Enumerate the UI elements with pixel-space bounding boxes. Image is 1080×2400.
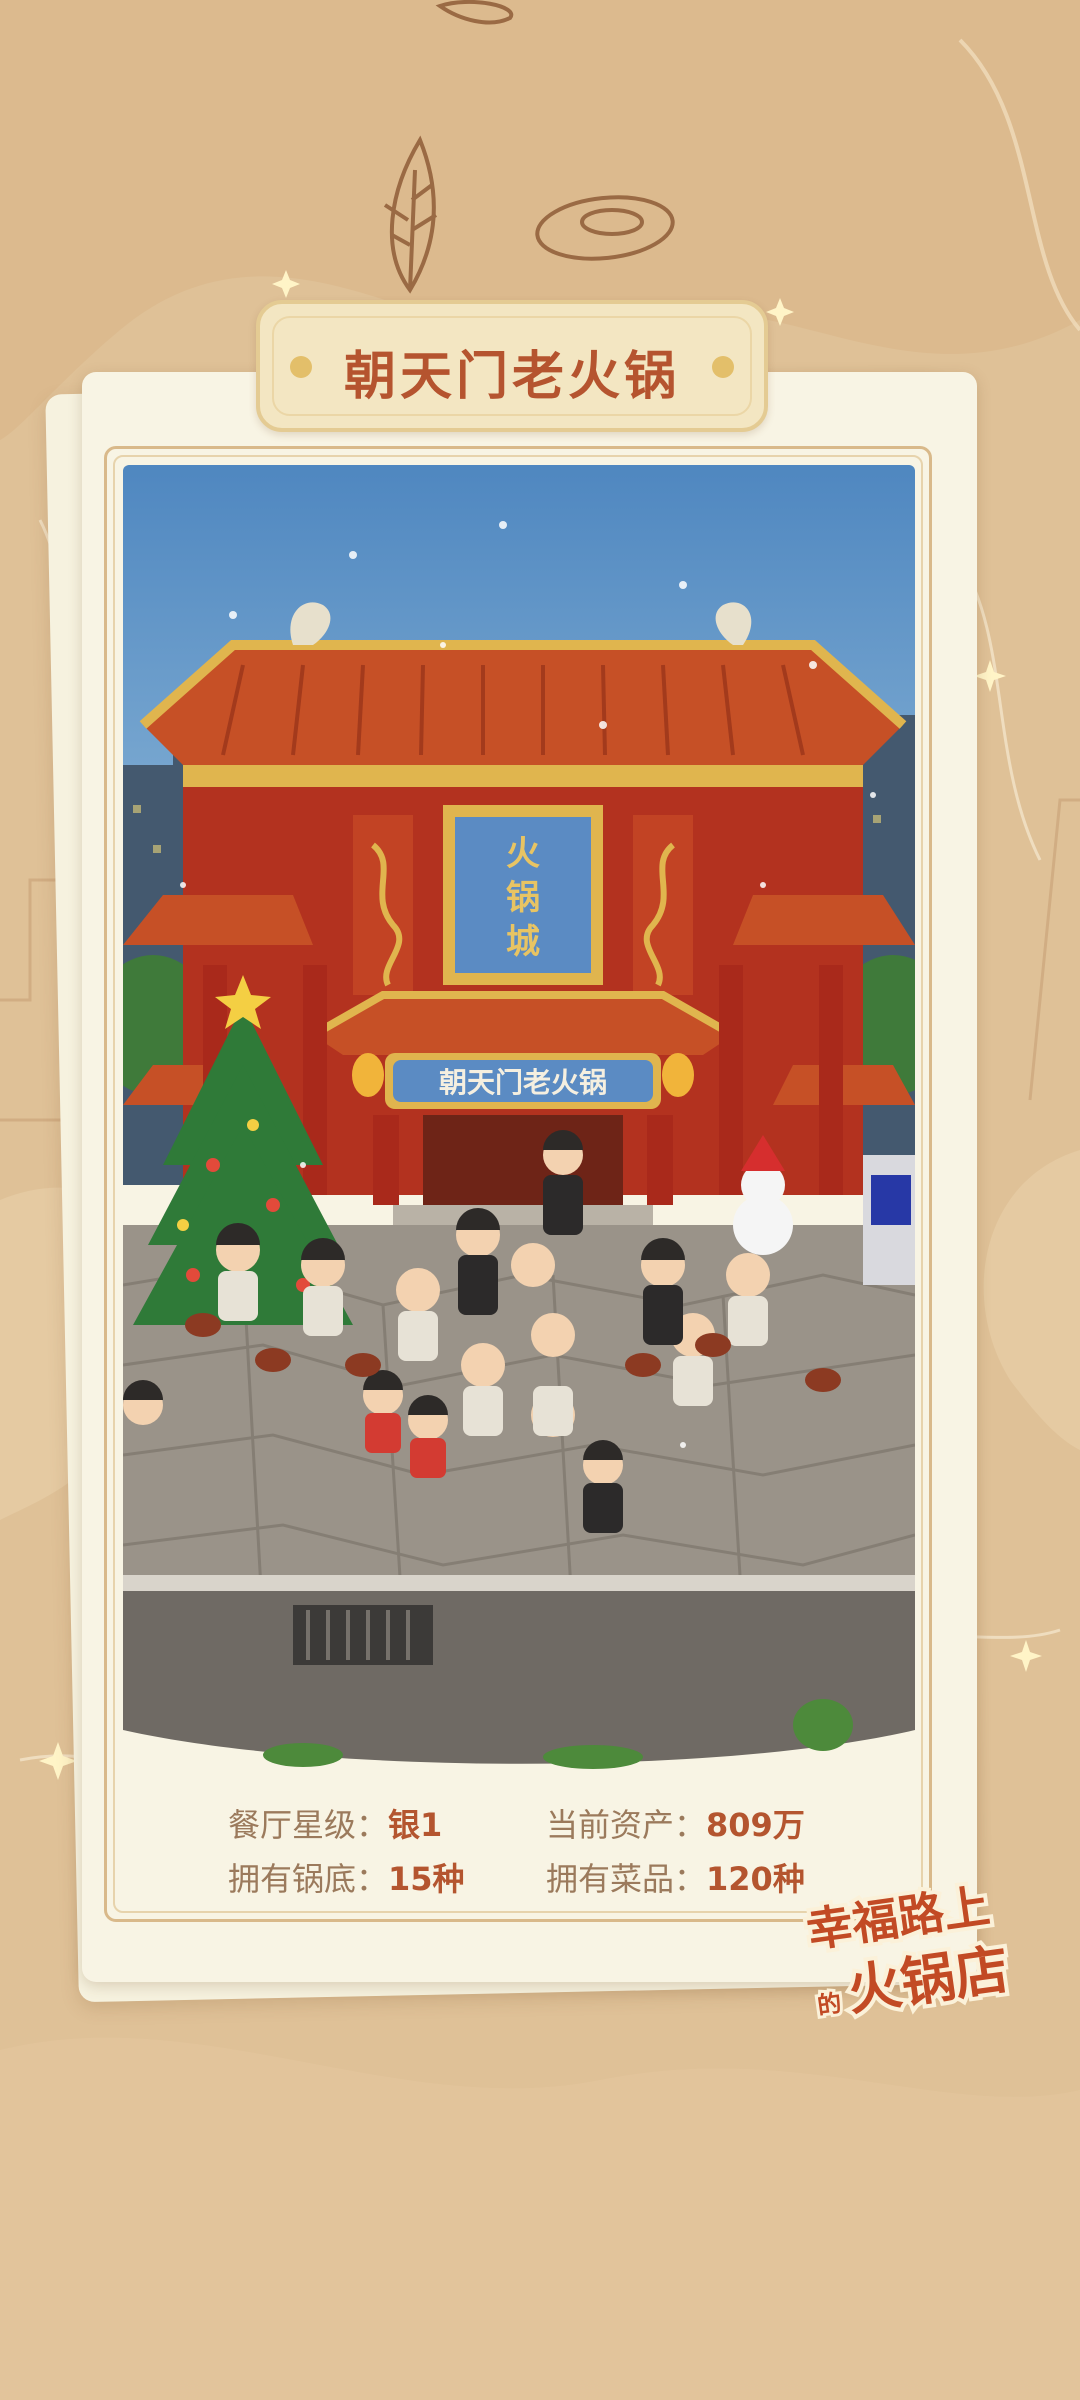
stat-star-rating: 餐厅星级：银1 bbox=[228, 1800, 442, 1850]
stat-soup-bases: 拥有锅底：15种 bbox=[228, 1854, 465, 1904]
gate-sign-char-1: 火 bbox=[506, 834, 540, 874]
restaurant-sign: 朝天门老火锅 bbox=[439, 1066, 607, 1099]
stat-label: 餐厅星级： bbox=[228, 1806, 389, 1844]
restaurant-scene: 火 锅 城 朝天门老火锅 bbox=[123, 465, 915, 1775]
stat-value: 809万 bbox=[706, 1806, 805, 1844]
logo-small: 的 bbox=[816, 1989, 844, 2020]
stat-dishes: 拥有菜品：120种 bbox=[546, 1854, 805, 1904]
stat-value: 15种 bbox=[388, 1860, 465, 1898]
stat-label: 拥有锅底： bbox=[228, 1860, 389, 1898]
stat-current-assets: 当前资产：809万 bbox=[546, 1800, 805, 1850]
gate-sign-char-3: 城 bbox=[506, 922, 540, 962]
stat-label: 拥有菜品： bbox=[546, 1860, 707, 1898]
restaurant-name-plaque: 朝天门老火锅 bbox=[256, 300, 768, 432]
restaurant-name: 朝天门老火锅 bbox=[343, 347, 680, 407]
game-logo: 幸福路上 的 火锅店 bbox=[799, 1875, 1016, 2027]
stat-label: 当前资产： bbox=[546, 1806, 707, 1844]
stat-value: 银1 bbox=[388, 1806, 443, 1844]
gate-sign-char-2: 锅 bbox=[506, 878, 540, 918]
logo-line-2: 火锅店 bbox=[843, 1938, 1012, 2023]
